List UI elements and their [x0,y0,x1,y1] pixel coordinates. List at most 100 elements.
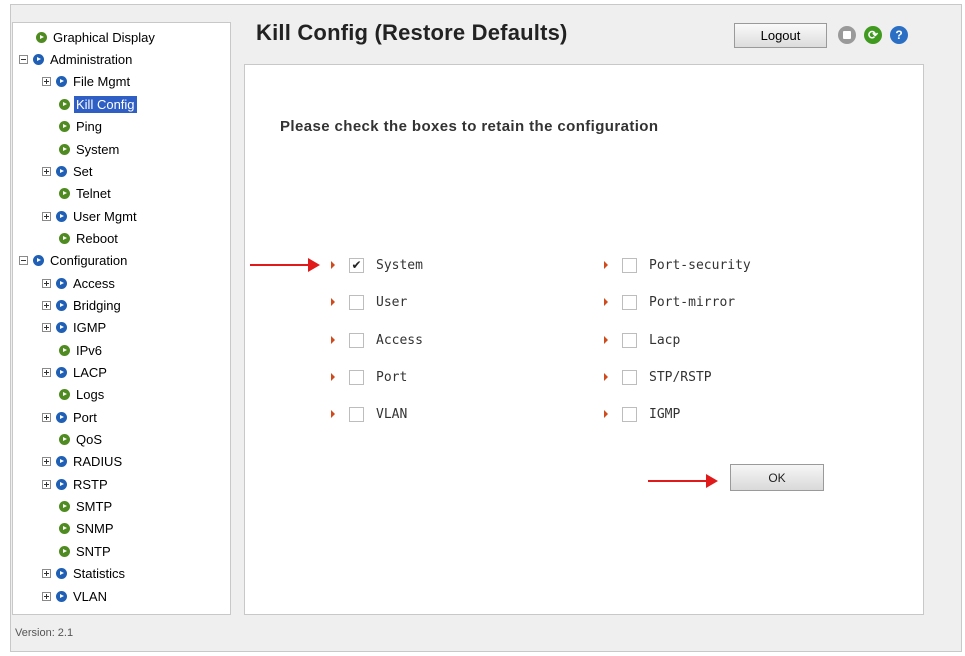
bullet-arrow-icon [331,373,335,381]
expand-toggle-icon[interactable] [42,211,51,221]
tree-item-smtp[interactable]: SMTP [59,496,114,516]
green-arrow-icon [59,522,70,534]
vlan-checkbox[interactable] [349,406,364,422]
tree-item-sntp[interactable]: SNTP [59,541,113,561]
expand-toggle-icon[interactable] [42,76,51,86]
tree-item-label: SNTP [76,543,111,559]
option-user[interactable]: User [331,292,407,312]
tree-item-configuration[interactable]: Configuration [19,250,129,270]
page-title: Kill Config (Restore Defaults) [256,20,568,45]
expand-toggle-icon[interactable] [42,412,51,422]
help-icon[interactable]: ? [890,26,908,44]
expand-toggle-icon[interactable] [42,591,51,601]
option-access[interactable]: Access [331,330,423,350]
expand-toggle-icon[interactable] [42,456,51,466]
access-checkbox[interactable] [349,332,364,348]
tree-item-rstp[interactable]: RSTP [42,474,110,494]
bullet-arrow-icon [331,261,335,269]
tree-item-label: Access [73,275,115,291]
expand-toggle-icon[interactable] [42,322,51,332]
collapse-toggle-icon[interactable] [19,255,28,265]
option-port-security[interactable]: Port-security [604,255,751,275]
expand-toggle-icon[interactable] [42,300,51,310]
tree-item-ipv6[interactable]: IPv6 [59,340,104,360]
port-checkbox[interactable] [349,369,364,385]
tree-item-file-mgmt[interactable]: File Mgmt [42,71,132,91]
green-arrow-icon [59,500,70,512]
bullet-arrow-icon [331,298,335,306]
tree-item-label: Port [73,409,97,425]
bullet-arrow-icon [604,298,608,306]
green-arrow-icon [59,187,70,199]
tree-item-label: Statistics [73,565,126,581]
option-system[interactable]: ✔ System [331,255,423,275]
port-mirror-checkbox[interactable] [622,294,637,310]
tree-item-radius[interactable]: RADIUS [42,451,124,471]
tree-item-set[interactable]: Set [42,161,95,181]
collapse-toggle-icon[interactable] [19,54,28,64]
ok-button[interactable]: OK [730,464,824,491]
tree-item-ping[interactable]: Ping [59,116,104,136]
blue-arrow-icon [56,321,67,333]
option-label: STP/RSTP [649,369,712,385]
tree-item-qos[interactable]: QoS [59,429,104,449]
save-icon[interactable] [838,26,856,44]
igmp-checkbox[interactable] [622,406,637,422]
system-checkbox[interactable]: ✔ [349,257,364,273]
tree-item-graphical-display[interactable]: Graphical Display [36,27,157,47]
tree-item-reboot[interactable]: Reboot [59,228,120,248]
tree-item-vlan[interactable]: VLAN [42,586,109,606]
tree-item-label: Bridging [73,297,121,313]
blue-arrow-icon [56,478,67,490]
blue-arrow-icon [56,567,67,579]
refresh-icon[interactable]: ⟳ [864,26,882,44]
tree-item-igmp[interactable]: IGMP [42,317,108,337]
bullet-arrow-icon [604,261,608,269]
green-arrow-icon [59,120,70,132]
green-arrow-icon [59,232,70,244]
tree-item-lacp[interactable]: LACP [42,362,109,382]
tree-item-label: IPv6 [76,342,103,358]
option-stp-rstp[interactable]: STP/RSTP [604,367,712,387]
lacp-checkbox[interactable] [622,332,637,348]
green-arrow-icon [59,344,70,356]
option-lacp[interactable]: Lacp [604,330,680,350]
expand-toggle-icon[interactable] [42,166,51,176]
expand-toggle-icon[interactable] [42,568,51,578]
expand-toggle-icon[interactable] [42,278,51,288]
bullet-arrow-icon [331,410,335,418]
option-port-mirror[interactable]: Port-mirror [604,292,735,312]
logout-button[interactable]: Logout [734,23,827,48]
tree-item-user-mgmt[interactable]: User Mgmt [42,206,139,226]
bullet-arrow-icon [604,373,608,381]
option-label: Port-security [649,257,751,273]
blue-arrow-icon [56,210,67,222]
green-arrow-icon [36,31,47,43]
tree-item-telnet[interactable]: Telnet [59,183,113,203]
tree-item-label: Graphical Display [53,29,155,45]
tree-item-label: Kill Config [74,95,137,113]
tree-item-access[interactable]: Access [42,273,117,293]
port-security-checkbox[interactable] [622,257,637,273]
blue-arrow-icon [56,277,67,289]
tree-item-label: System [76,141,120,157]
tree-item-administration[interactable]: Administration [19,49,134,69]
blue-arrow-icon [33,53,44,65]
expand-toggle-icon[interactable] [42,479,51,489]
option-igmp[interactable]: IGMP [604,404,680,424]
tree-item-logs[interactable]: Logs [59,384,106,404]
tree-item-system[interactable]: System [59,139,121,159]
option-port[interactable]: Port [331,367,407,387]
tree-item-kill-config[interactable]: Kill Config [59,94,137,114]
tree-item-label: Reboot [76,230,118,246]
user-checkbox[interactable] [349,294,364,310]
tree-item-bridging[interactable]: Bridging [42,295,123,315]
expand-toggle-icon[interactable] [42,367,51,377]
tree-item-port[interactable]: Port [42,407,99,427]
option-vlan[interactable]: VLAN [331,404,407,424]
tree-item-statistics[interactable]: Statistics [42,563,127,583]
stp-rstp-checkbox[interactable] [622,369,637,385]
tree-item-snmp[interactable]: SNMP [59,518,116,538]
tree-item-label: Logs [76,386,105,402]
tree-item-label: RSTP [73,476,108,492]
